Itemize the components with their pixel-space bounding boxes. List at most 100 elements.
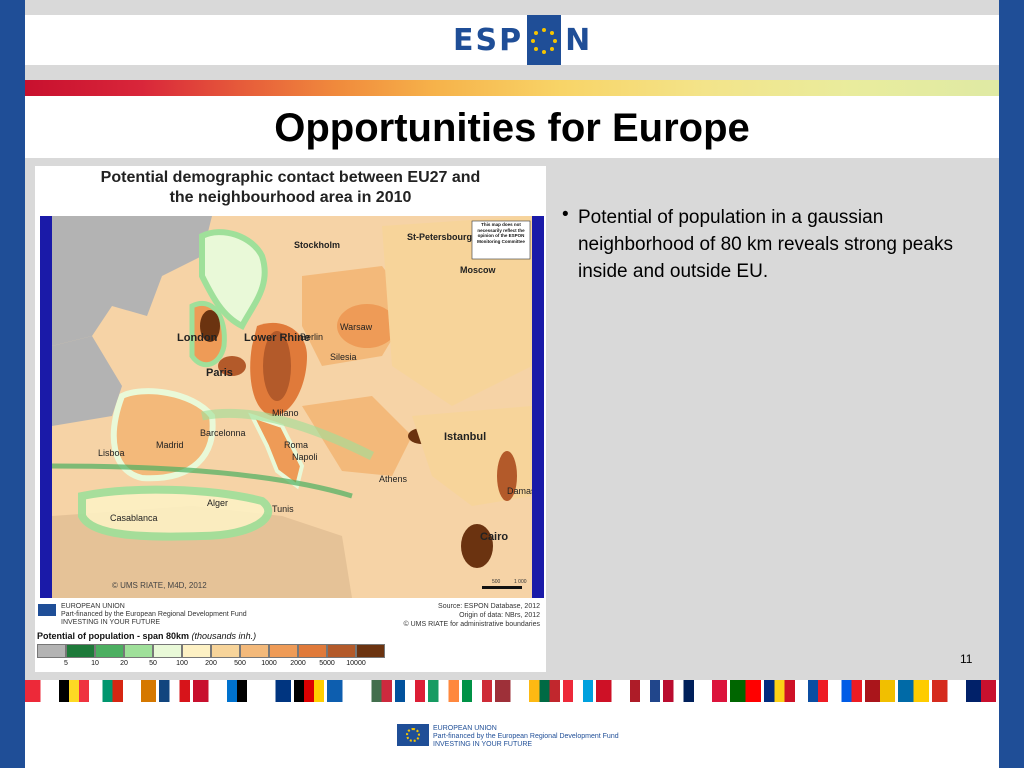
legend-tick-label: 200 [205, 660, 217, 667]
legend-tick-label: 20 [120, 660, 128, 667]
map-label-cairo: Cairo [480, 531, 508, 543]
bullet-item: • Potential of population in a gaussian … [562, 204, 992, 285]
legend-swatch [153, 644, 182, 658]
map-label-lisboa: Lisboa [98, 448, 125, 458]
footer-line1: EUROPEAN UNION [433, 725, 497, 732]
legend-tick-label: 5000 [319, 660, 335, 667]
source-credits: Source: ESPON Database, 2012 Origin of d… [403, 602, 540, 629]
member-state-flags [25, 680, 999, 702]
map-label-athens: Athens [379, 474, 408, 484]
map-credit: © UMS RIATE, M4D, 2012 [112, 581, 207, 590]
title-band: Opportunities for Europe [25, 96, 999, 158]
credit-left-line2: Part-financed by the European Regional D… [61, 611, 247, 618]
country-flag-icon [965, 680, 999, 702]
credit-left-line1: EUROPEAN UNION [61, 603, 125, 610]
map-label-milano: Milano [272, 408, 299, 418]
legend-swatch [327, 644, 356, 658]
map-frame: Stockholm St-Petersbourg Moscow London L… [40, 216, 544, 598]
espon-logo: ESP N [453, 15, 593, 65]
footer-line2: Part-financed by the European Regional D… [433, 733, 619, 740]
figure-credits: EUROPEAN UNION Part-financed by the Euro… [35, 600, 546, 628]
country-flag-icon [730, 680, 765, 702]
figure-title-line2: the neighbourhood area in 2010 [169, 189, 412, 206]
credit-left-line3: INVESTING IN YOUR FUTURE [61, 619, 161, 626]
bullet-text: Potential of population in a gaussian ne… [577, 207, 953, 282]
legend-tick-label: 5 [64, 660, 68, 667]
country-flag-icon [629, 680, 664, 702]
legend-tick-label: 2000 [290, 660, 306, 667]
map-figure: Potential demographic contact between EU… [35, 166, 546, 672]
country-flag-icon [797, 680, 832, 702]
legend-swatch [211, 644, 240, 658]
map-svg: Stockholm St-Petersbourg Moscow London L… [52, 216, 532, 598]
footer-line3: INVESTING IN YOUR FUTURE [433, 741, 533, 748]
country-flag-icon [663, 680, 697, 702]
country-flag-icon [260, 680, 294, 702]
country-flag-icon [394, 680, 429, 702]
decorative-map-strip [25, 80, 999, 96]
country-flag-icon [192, 680, 227, 702]
country-flag-icon [898, 680, 933, 702]
map-label-barcelonna: Barcelonna [200, 428, 246, 438]
legend-swatch [37, 644, 66, 658]
legend-tick-labels: 5 10 20 50 100 200 500 1000 2000 5000 10000 [37, 660, 417, 672]
legend-tick-label: 1000 [261, 660, 277, 667]
country-flag-icon [764, 680, 798, 702]
country-flag-icon [293, 680, 328, 702]
country-flag-icon [562, 680, 597, 702]
logo-text-right: N [565, 22, 593, 58]
map-label-casablanca: Casablanca [110, 513, 158, 523]
country-flag-icon [327, 680, 361, 702]
legend-swatch [269, 644, 298, 658]
eu-flag-small-icon [38, 604, 56, 616]
map-label-warsaw: Warsaw [340, 322, 373, 332]
logo-star-ring-icon [527, 15, 562, 65]
map-label-moscow: Moscow [460, 265, 497, 275]
map-label-london: London [177, 332, 218, 344]
legend-swatch [182, 644, 211, 658]
country-flag-icon [125, 680, 160, 702]
legend-title: Potential of population - span 80km (tho… [37, 631, 256, 641]
country-flag-icon [495, 680, 529, 702]
country-flag-icon [696, 680, 731, 702]
map-label-paris: Paris [206, 367, 233, 379]
country-flag-icon [864, 680, 899, 702]
country-flag-icon [360, 680, 395, 702]
country-flag-icon [92, 680, 126, 702]
legend-tick-label: 100 [176, 660, 188, 667]
country-flag-icon [226, 680, 261, 702]
footer-text: EUROPEAN UNION Part-financed by the Euro… [433, 725, 619, 749]
credit-left: EUROPEAN UNION Part-financed by the Euro… [61, 603, 247, 627]
slide-title: Opportunities for Europe [274, 106, 750, 150]
header-bar: ESP N [25, 15, 999, 65]
map-label-silesia: Silesia [330, 352, 357, 362]
figure-title: Potential demographic contact between EU… [35, 168, 546, 208]
country-flag-icon [932, 680, 966, 702]
map-label-napoli: Napoli [292, 452, 318, 462]
legend-tick-label: 50 [149, 660, 157, 667]
map-label-stockholm: Stockholm [294, 240, 340, 250]
country-flag-icon [428, 680, 462, 702]
country-flag-icon [159, 680, 193, 702]
map-scale-label-1: 500 [492, 579, 501, 585]
population-potential-map: Stockholm St-Petersbourg Moscow London L… [52, 216, 532, 598]
legend-swatch [95, 644, 124, 658]
map-scale-label-2: 1 000 [514, 579, 527, 585]
map-label-roma: Roma [284, 440, 308, 450]
logo-text-left: ESP [453, 22, 524, 58]
legend-unit: (thousands inh.) [191, 631, 257, 641]
legend-title-text: Potential of population - span 80km [37, 631, 190, 641]
source-line3: © UMS RIATE for administrative boundarie… [403, 621, 540, 628]
legend-swatch [124, 644, 153, 658]
country-flag-icon [831, 680, 865, 702]
page-number: 11 [960, 652, 973, 666]
map-label-tunis: Tunis [272, 504, 294, 514]
legend-swatch [240, 644, 269, 658]
slide: ESP N Opportunities for Europe Potential… [25, 0, 999, 768]
eu-flag-icon [397, 724, 429, 746]
country-flag-icon [25, 680, 59, 702]
map-label-madrid: Madrid [156, 440, 184, 450]
legend-swatch [298, 644, 327, 658]
legend-color-bar [37, 644, 385, 658]
source-line1: Source: ESPON Database, 2012 [438, 603, 540, 610]
